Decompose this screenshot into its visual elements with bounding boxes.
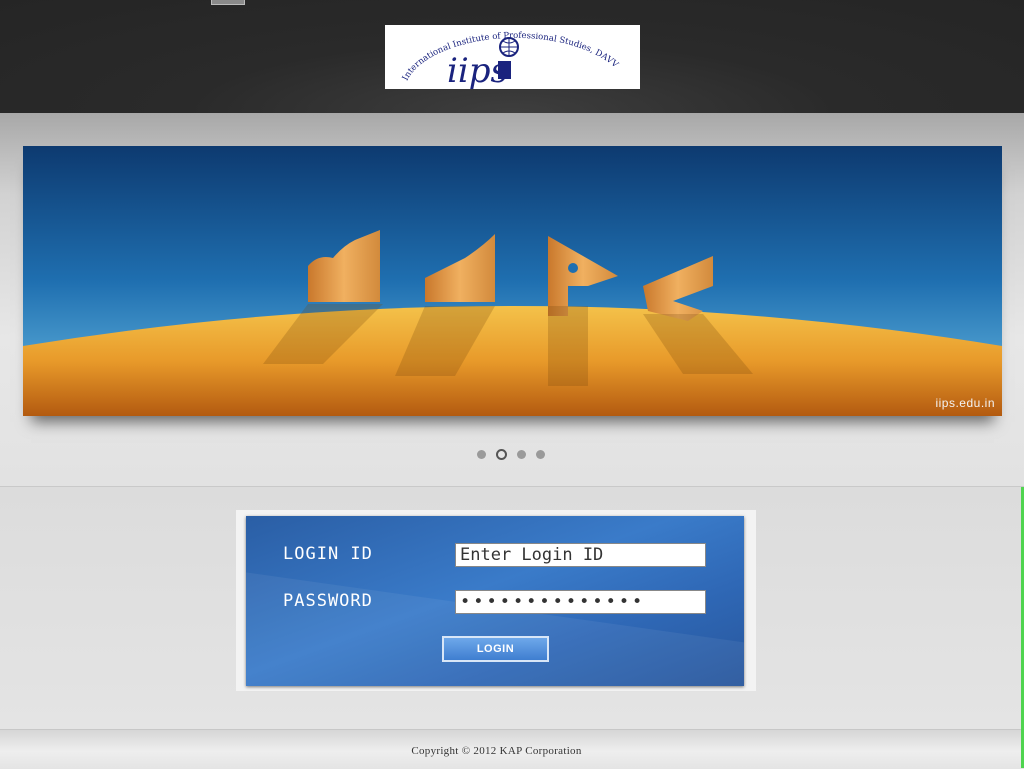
- login-id-label: LOGIN ID: [283, 544, 373, 564]
- banner-caption: iips.edu.in: [935, 396, 995, 410]
- logo-main-text: iips: [447, 51, 508, 89]
- banner-area: iips.edu.in: [0, 113, 1024, 487]
- slide-dot-4[interactable]: [536, 449, 545, 459]
- iips-logo: International Institute of Professional …: [385, 25, 640, 89]
- login-id-input[interactable]: [455, 543, 706, 567]
- header: International Institute of Professional …: [0, 0, 1024, 113]
- footer: Copyright © 2012 KAP Corporation: [0, 729, 1024, 769]
- login-button[interactable]: LOGIN: [442, 636, 549, 662]
- password-label: PASSWORD: [283, 591, 373, 611]
- slide-dot-1[interactable]: [477, 449, 486, 459]
- header-tab-handle[interactable]: [211, 0, 245, 5]
- slide-pager: [477, 448, 545, 460]
- login-panel: LOGIN ID PASSWORD LOGIN: [246, 516, 744, 686]
- copyright-text: Copyright © 2012 KAP Corporation: [411, 745, 582, 757]
- password-input[interactable]: [455, 590, 706, 614]
- login-area: LOGIN ID PASSWORD LOGIN: [0, 487, 1024, 729]
- banner-slide[interactable]: iips.edu.in: [23, 146, 1002, 416]
- slide-dot-3[interactable]: [517, 449, 526, 459]
- slide-dot-2-active[interactable]: [496, 448, 507, 460]
